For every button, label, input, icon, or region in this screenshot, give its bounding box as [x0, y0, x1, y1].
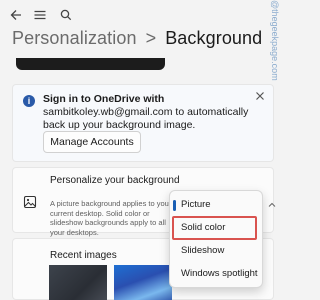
- onedrive-banner: i Sign in to OneDrive with sambitkoley.w…: [12, 84, 274, 162]
- recent-image-thumbnail[interactable]: [114, 265, 172, 300]
- page-title: Background: [165, 28, 263, 48]
- search-icon[interactable]: [58, 7, 74, 23]
- recent-image-thumbnail[interactable]: [49, 265, 107, 300]
- dropdown-option-label: Slideshow: [181, 245, 225, 256]
- dropdown-option-picture[interactable]: Picture: [170, 194, 262, 216]
- info-icon: i: [23, 95, 35, 107]
- dropdown-option-label: Windows spotlight: [181, 268, 258, 279]
- banner-body: sambitkoley.wb@gmail.com to automaticall…: [43, 106, 249, 131]
- wallpaper-preview: [16, 58, 165, 70]
- selected-indicator: [173, 200, 176, 211]
- dropdown-option-label: Picture: [181, 199, 211, 210]
- hamburger-menu-icon[interactable]: [32, 7, 48, 23]
- breadcrumb-separator: >: [145, 28, 157, 48]
- personalize-title: Personalize your background: [50, 175, 180, 186]
- chevron-up-icon[interactable]: [268, 196, 276, 207]
- personalize-description: A picture background applies to your cur…: [50, 199, 172, 237]
- watermark: @thegeekpage.com: [270, 0, 280, 81]
- breadcrumb: Personalization > Background: [12, 28, 262, 49]
- recent-images-title: Recent images: [50, 250, 117, 261]
- back-arrow-icon[interactable]: [8, 7, 24, 23]
- breadcrumb-parent-link[interactable]: Personalization: [12, 28, 137, 48]
- dropdown-option-slideshow[interactable]: Slideshow: [170, 240, 262, 262]
- picture-icon: [23, 195, 37, 209]
- background-type-dropdown: Picture Solid color Slideshow Windows sp…: [169, 190, 263, 288]
- manage-accounts-button[interactable]: Manage Accounts: [43, 131, 141, 153]
- highlight-box: [172, 216, 257, 240]
- close-icon[interactable]: [253, 89, 267, 103]
- banner-title: Sign in to OneDrive with: [43, 93, 165, 105]
- dropdown-option-windows-spotlight[interactable]: Windows spotlight: [170, 263, 262, 285]
